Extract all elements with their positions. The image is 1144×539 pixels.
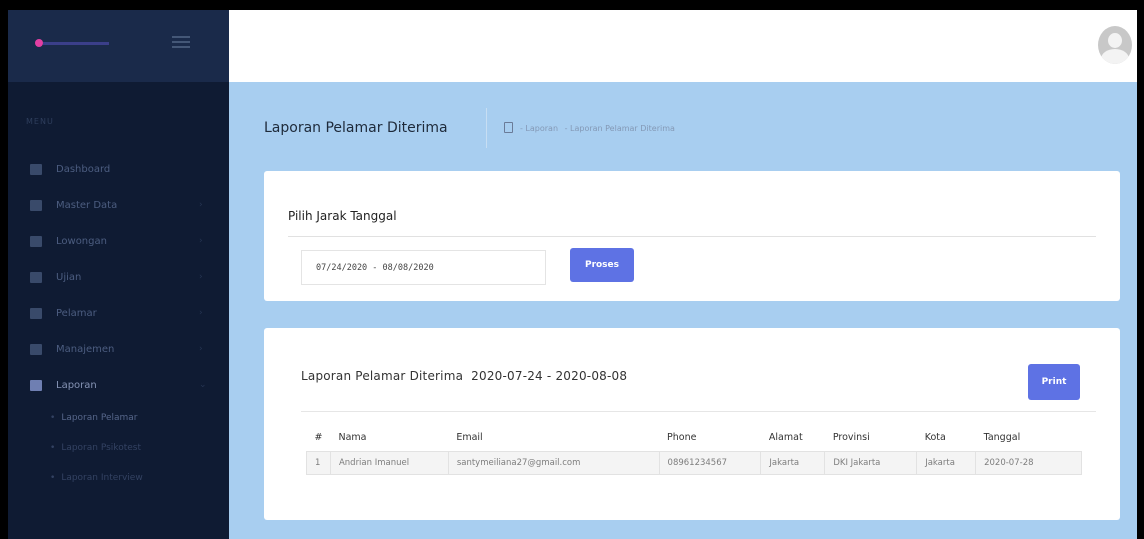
column-header[interactable]: # [307,425,331,451]
column-header[interactable]: Phone [659,425,761,451]
home-icon [30,163,42,175]
sidebar-item-pelamar[interactable]: Pelamar › [8,295,229,331]
table-cell: 2020-07-28 [975,450,1082,475]
sidebar-item-label: Lowongan [56,235,107,247]
date-filter-card: Pilih Jarak Tanggal Proses [264,171,1120,301]
table-row: 1 Andrian Imanuel santymeiliana27@gmail.… [306,450,1082,475]
print-button[interactable]: Print [1028,364,1080,400]
column-header[interactable]: Alamat [761,425,825,451]
report-title-text: Laporan Pelamar Diterima [301,369,464,383]
top-navbar [229,10,1137,82]
archive-icon [30,271,42,283]
table-cell: DKI Jakarta [824,450,918,475]
sidebar-item-dashboard[interactable]: Dashboard [8,151,229,187]
gear-icon [30,343,42,355]
folder-open-icon [30,379,42,391]
sidebar-subitem-label: Laporan Interview [61,473,143,483]
bullet-icon: • [50,443,56,453]
id-card-icon [30,307,42,319]
chevron-right-icon: › [199,272,203,282]
sidebar-item-manajemen[interactable]: Manajemen › [8,331,229,367]
table-cell: 1 [306,450,331,475]
chevron-right-icon: › [199,200,203,210]
date-range-input[interactable] [301,250,546,285]
chevron-right-icon: › [199,308,203,318]
bullet-icon: • [50,413,56,423]
sidebar-subitem-laporan-interview[interactable]: • Laporan Interview [8,463,229,493]
folder-icon [30,199,42,211]
sidebar-item-master-data[interactable]: Master Data › [8,187,229,223]
chevron-right-icon: › [199,344,203,354]
column-header[interactable]: Kota [917,425,976,451]
sidebar-item-label: Master Data [56,199,118,211]
column-header[interactable]: Tanggal [976,425,1082,451]
sidebar-item-laporan[interactable]: Laporan ⌄ [8,367,229,403]
report-date-range: 2020-07-24 - 2020-08-08 [471,369,628,383]
column-header[interactable]: Provinsi [825,425,917,451]
sidebar-header [8,10,229,82]
sidebar-item-lowongan[interactable]: Lowongan › [8,223,229,259]
app-frame: MENU Dashboard Master Data › Lowongan › … [8,10,1137,539]
table-cell: santymeiliana27@gmail.com [447,450,660,475]
briefcase-icon [30,235,42,247]
column-header[interactable]: Email [448,425,659,451]
menu-toggle-icon[interactable] [172,36,190,50]
sidebar-item-label: Pelamar [56,307,97,319]
header-divider [486,108,487,148]
report-card: Laporan Pelamar Diterima 2020-07-24 - 202… [264,328,1120,520]
filter-title: Pilih Jarak Tanggal [288,209,397,223]
chevron-down-icon: ⌄ [199,380,207,390]
report-title: Laporan Pelamar Diterima 2020-07-24 - 202… [301,369,627,383]
sidebar-subitem-laporan-pelamar[interactable]: • Laporan Pelamar [8,403,229,433]
home-icon[interactable] [504,122,513,133]
sidebar-item-label: Manajemen [56,343,115,355]
divider [301,411,1096,412]
sidebar-subitem-laporan-psikotest[interactable]: • Laporan Psikotest [8,433,229,463]
sidebar-item-label: Dashboard [56,163,111,175]
divider [288,236,1096,237]
column-header[interactable]: Nama [330,425,448,451]
table-cell: Jakarta [916,450,977,475]
table-cell: Andrian Imanuel [329,450,449,475]
brand-logo[interactable] [35,39,109,47]
breadcrumb-item-current: - Laporan Pelamar Diterima [564,124,675,133]
sidebar-item-ujian[interactable]: Ujian › [8,259,229,295]
report-table: # Nama Email Phone Alamat Provinsi Kota … [306,425,1082,475]
breadcrumb: - Laporan - Laporan Pelamar Diterima [520,124,679,133]
breadcrumb-item-laporan[interactable]: - Laporan [520,124,558,133]
table-header-row: # Nama Email Phone Alamat Provinsi Kota … [307,425,1082,451]
sidebar-subitem-label: Laporan Pelamar [61,413,138,423]
sidebar-subitem-label: Laporan Psikotest [61,443,141,453]
table-cell: 08961234567 [658,450,762,475]
sidebar: MENU Dashboard Master Data › Lowongan › … [8,10,229,539]
table-cell: Jakarta [760,450,826,475]
proses-button[interactable]: Proses [570,248,634,282]
chevron-right-icon: › [199,236,203,246]
sidebar-item-label: Laporan [56,379,97,391]
bullet-icon: • [50,473,56,483]
user-avatar[interactable] [1098,26,1132,64]
page-title: Laporan Pelamar Diterima [264,120,448,136]
sidebar-section-label: MENU [26,117,54,126]
sidebar-item-label: Ujian [56,271,82,283]
